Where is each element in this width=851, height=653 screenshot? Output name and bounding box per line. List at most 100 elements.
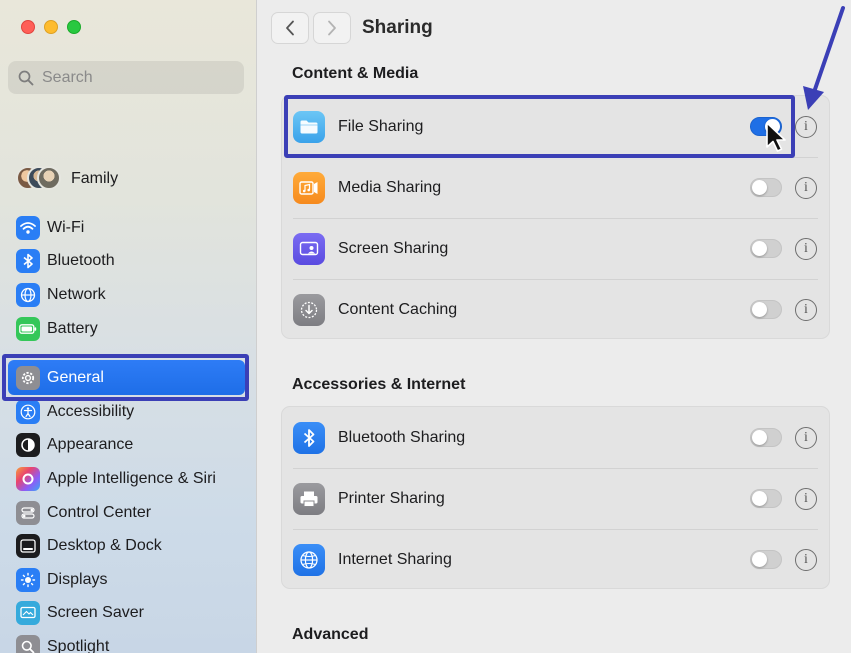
screen-sharing-toggle[interactable] [750,239,782,258]
sidebar-item-label: Apple Intelligence & Siri [47,469,216,487]
sidebar-item-label: Bluetooth [47,252,115,270]
family-item[interactable]: Family [16,165,118,193]
section-title-content-media: Content & Media [292,65,419,82]
sidebar-item-battery[interactable]: Battery [0,312,257,346]
info-icon: i [804,179,808,195]
search-input[interactable] [42,68,222,87]
sidebar-item-bluetooth[interactable]: Bluetooth [0,245,257,279]
globe-icon [293,543,325,576]
forward-button[interactable] [313,12,351,44]
globe-icon [16,282,40,307]
info-icon: i [804,490,808,506]
sidebar-item-label: Wi-Fi [47,218,85,236]
row-label: Screen Sharing [338,239,449,257]
printer-icon [293,482,325,515]
caching-icon [293,293,325,326]
row-media-sharing: Media Sharing i [282,157,829,218]
media-sharing-info-button[interactable]: i [795,176,817,199]
row-label: Bluetooth Sharing [338,428,466,446]
row-label: Internet Sharing [338,550,452,568]
sidebar-item-screen-saver[interactable]: Screen Saver [0,597,257,631]
bluetooth-sharing-info-button[interactable]: i [795,426,817,449]
search-field[interactable] [8,61,244,94]
folder-icon [293,110,325,143]
info-icon: i [804,118,808,134]
control-center-icon [16,500,40,525]
sidebar-item-spotlight[interactable]: Spotlight [0,630,257,653]
section-title-advanced: Advanced [292,626,369,643]
main-pane: Sharing Content & Media File Sharing i M… [258,0,851,653]
sidebar-item-label: General [47,368,104,386]
group-accessories-internet: Bluetooth Sharing i Printer Sharing i In… [281,406,830,589]
sidebar-item-general[interactable]: General [8,360,245,395]
printer-sharing-toggle[interactable] [750,489,782,508]
toggle-knob [752,491,767,506]
sidebar-item-displays[interactable]: Displays [0,563,257,597]
printer-sharing-info-button[interactable]: i [795,487,817,510]
group-content-media: File Sharing i Media Sharing i Screen Sh… [281,95,830,339]
screen-saver-icon [16,601,40,626]
info-icon: i [804,240,808,256]
sidebar-item-network[interactable]: Network [0,278,257,312]
sidebar-item-desktop-dock[interactable]: Desktop & Dock [0,529,257,563]
bluetooth-icon [16,249,40,274]
zoom-window-button[interactable] [67,20,81,34]
sidebar-item-label: Appearance [47,436,134,454]
dock-icon [16,534,40,559]
row-label: Content Caching [338,300,458,318]
row-label: Printer Sharing [338,489,445,507]
toggle-knob [752,241,767,256]
battery-icon [16,316,40,341]
sidebar-item-label: Displays [47,570,108,588]
spotlight-icon [16,634,40,653]
family-label: Family [71,170,119,187]
mouse-cursor-icon [766,122,786,152]
siri-icon [16,466,40,491]
internet-sharing-info-button[interactable]: i [795,548,817,571]
toggle-knob [752,430,767,445]
info-icon: i [804,301,808,317]
sidebar-item-apple-intelligence[interactable]: Apple Intelligence & Siri [0,462,257,496]
sidebar-item-wifi[interactable]: Wi-Fi [0,211,257,245]
sidebar-item-label: Battery [47,319,98,337]
minimize-window-button[interactable] [44,20,58,34]
sidebar-item-appearance[interactable]: Appearance [0,429,257,463]
sidebar-group-system: General Accessibility Appearance Apple I… [0,360,257,653]
bluetooth-icon [293,421,325,454]
section-title-accessories-internet: Accessories & Internet [292,376,466,393]
accessibility-icon [16,399,40,424]
row-printer-sharing: Printer Sharing i [282,468,829,529]
annotation-arrow [803,6,845,110]
toggle-knob [752,180,767,195]
screen-sharing-info-button[interactable]: i [795,237,817,260]
screen-sharing-icon [293,232,325,265]
bluetooth-sharing-toggle[interactable] [750,428,782,447]
toggle-knob [752,552,767,567]
media-icon [293,171,325,204]
back-button[interactable] [271,12,309,44]
sidebar-group-connectivity: Wi-Fi Bluetooth Network Battery [0,211,257,345]
row-bluetooth-sharing: Bluetooth Sharing i [282,407,829,468]
content-caching-toggle[interactable] [750,300,782,319]
close-window-button[interactable] [21,20,35,34]
sidebar-item-control-center[interactable]: Control Center [0,496,257,530]
sidebar-item-label: Spotlight [47,637,110,653]
sidebar-item-label: Desktop & Dock [47,537,162,555]
info-icon: i [804,429,808,445]
media-sharing-toggle[interactable] [750,178,782,197]
row-label: File Sharing [338,117,424,135]
internet-sharing-toggle[interactable] [750,550,782,569]
sidebar-item-label: Network [47,285,106,303]
content-caching-info-button[interactable]: i [795,298,817,321]
page-title: Sharing [362,17,433,38]
row-file-sharing: File Sharing i [282,96,829,157]
row-label: Media Sharing [338,178,442,196]
sidebar-item-label: Control Center [47,503,152,521]
chevron-left-icon [286,20,294,36]
search-icon [18,70,34,85]
family-avatars [16,166,62,192]
info-icon: i [804,551,808,567]
sidebar: Family Wi-Fi Bluetooth Network Battery [0,0,257,653]
sidebar-item-accessibility[interactable]: Accessibility [0,395,257,429]
avatar [37,166,61,190]
